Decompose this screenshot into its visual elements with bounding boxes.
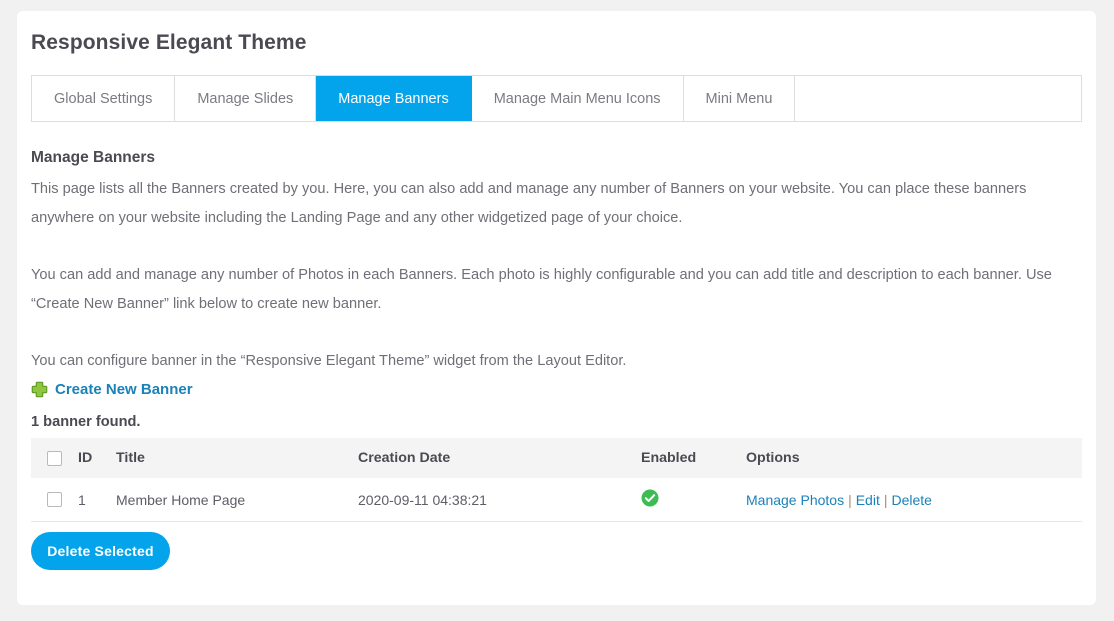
column-header-title: Title bbox=[116, 438, 358, 478]
tab-global-settings[interactable]: Global Settings bbox=[32, 76, 176, 121]
table-row: 1 Member Home Page 2020-09-11 04:38:21 M… bbox=[31, 478, 1082, 522]
table-header-row: ID Title Creation Date Enabled Options bbox=[31, 438, 1082, 478]
banners-table-body: 1 Member Home Page 2020-09-11 04:38:21 M… bbox=[31, 478, 1082, 522]
row-select-cell bbox=[31, 478, 78, 522]
column-header-options: Options bbox=[746, 438, 1082, 478]
tab-label: Manage Slides bbox=[197, 90, 294, 107]
create-new-banner-row: Create New Banner bbox=[31, 381, 193, 398]
row-checkbox[interactable] bbox=[47, 492, 62, 507]
banners-table: ID Title Creation Date Enabled Options 1… bbox=[31, 438, 1082, 522]
tab-label: Manage Main Menu Icons bbox=[493, 90, 661, 107]
tab-manage-slides[interactable]: Manage Slides bbox=[175, 76, 317, 121]
cell-creation-date: 2020-09-11 04:38:21 bbox=[358, 478, 641, 522]
settings-card: Responsive Elegant Theme Global Settings… bbox=[17, 11, 1096, 605]
cell-enabled bbox=[641, 478, 746, 522]
tab-manage-main-menu-icons[interactable]: Manage Main Menu Icons bbox=[471, 76, 684, 121]
cell-id: 1 bbox=[78, 478, 116, 522]
tab-label: Manage Banners bbox=[338, 90, 449, 107]
green-check-circle-icon bbox=[641, 489, 746, 510]
tab-mini-menu[interactable]: Mini Menu bbox=[683, 76, 796, 121]
description-paragraph-2: You can add and manage any number of Pho… bbox=[31, 267, 1052, 312]
options-separator: | bbox=[883, 491, 888, 508]
description-paragraph-3: You can configure banner in the “Respons… bbox=[31, 353, 627, 369]
plus-icon bbox=[31, 381, 48, 398]
banners-table-head: ID Title Creation Date Enabled Options bbox=[31, 438, 1082, 478]
delete-selected-button[interactable]: Delete Selected bbox=[31, 532, 170, 570]
select-all-checkbox[interactable] bbox=[47, 450, 62, 466]
edit-link[interactable]: Edit bbox=[856, 492, 880, 508]
tab-label: Mini Menu bbox=[705, 90, 773, 107]
manage-photos-link[interactable]: Manage Photos bbox=[746, 492, 844, 508]
tab-bar-filler bbox=[795, 76, 1081, 121]
column-header-id: ID bbox=[78, 438, 116, 478]
tab-label: Global Settings bbox=[54, 90, 153, 107]
column-header-creation-date: Creation Date bbox=[358, 438, 641, 478]
select-all-header bbox=[31, 438, 78, 478]
column-header-enabled: Enabled bbox=[641, 438, 746, 478]
section-title: Manage Banners bbox=[31, 149, 156, 166]
create-new-banner-link[interactable]: Create New Banner bbox=[55, 381, 193, 398]
cell-title: Member Home Page bbox=[116, 478, 358, 522]
options-separator: | bbox=[848, 491, 852, 508]
delete-link[interactable]: Delete bbox=[891, 492, 931, 508]
description-paragraph-1: This page lists all the Banners created … bbox=[31, 181, 1027, 226]
page-title: Responsive Elegant Theme bbox=[31, 31, 307, 54]
cell-options: Manage Photos | Edit | Delete bbox=[746, 478, 1082, 522]
tab-manage-banners[interactable]: Manage Banners bbox=[316, 76, 472, 121]
tab-bar: Global Settings Manage Slides Manage Ban… bbox=[31, 75, 1082, 122]
banner-count-text: 1 banner found. bbox=[31, 414, 141, 430]
description-block: This page lists all the Banners created … bbox=[31, 175, 1071, 376]
